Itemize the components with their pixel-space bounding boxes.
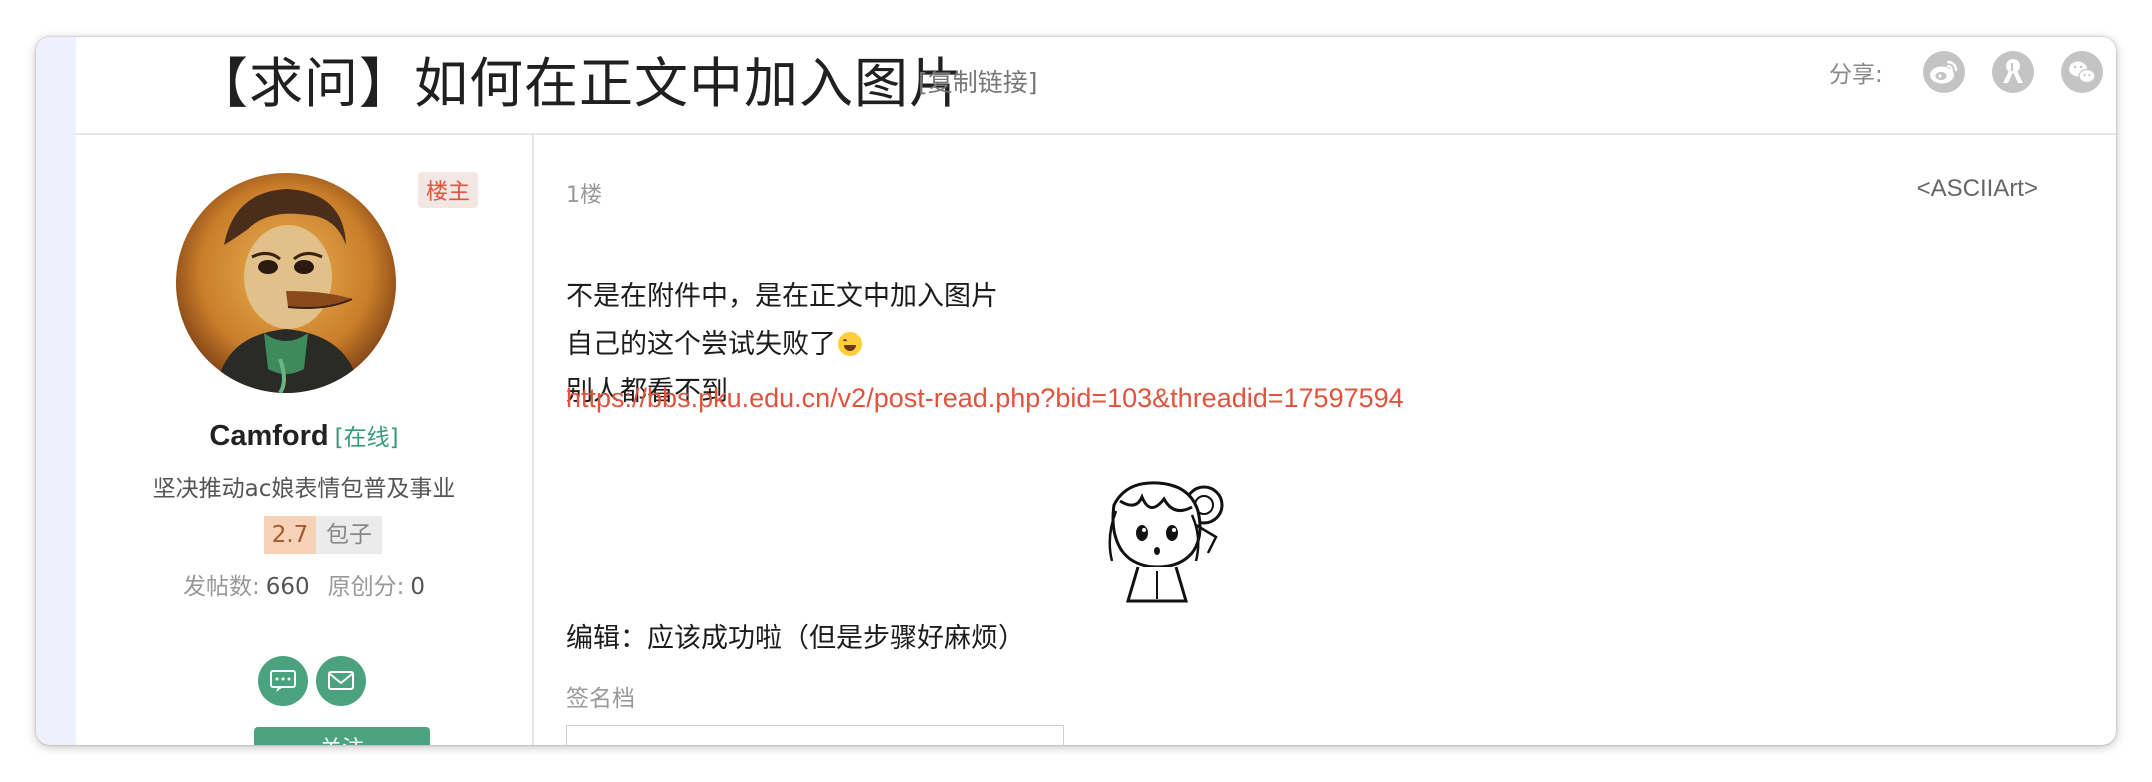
copy-link-button[interactable]: [复制链接] [918,63,1038,99]
post-content: 1楼 <ASCIIArt> 不是在附件中，是在正文中加入图片 自己的这个尝试失败… [534,135,2116,745]
mail-icon[interactable] [316,656,366,706]
thread-header: 【求问】如何在正文中加入图片 [复制链接] 分享: [76,37,2116,135]
message-icon[interactable] [258,656,308,706]
user-stats: 发帖数: 660 原创分: 0 [76,567,532,601]
user-signature: 坚决推动ac娘表情包普及事业 [152,476,456,502]
laughing-tears-emoji-icon [838,332,862,356]
edit-note: 编辑：应该成功啦（但是步骤好麻烦） [566,623,1025,654]
post-line: 不是在附件中，是在正文中加入图片 [566,281,998,312]
author-tag[interactable]: <ASCIIArt> [1917,175,2038,203]
floor-number: 1楼 [566,183,602,208]
signature-label: 签名档 [566,686,635,712]
post-link[interactable]: https://bbs.pku.edu.cn/v2/post-read.php?… [566,383,1404,414]
author-panel: 楼主 Camford [在线] 坚决推动ac娘表情包普及事业 2.7 包子 发帖数… [76,135,534,745]
user-line: Camford [在线] [76,418,532,453]
online-status: [在线] [334,425,399,451]
left-strip [36,37,76,745]
original-count: 0 [410,574,426,600]
weibo-icon[interactable] [1923,51,1965,93]
browser-window: 【求问】如何在正文中加入图片 [复制链接] 分享: 楼主 Camford [在线… [36,37,2116,745]
wechat-icon[interactable] [2061,51,2103,93]
thread-title: 【求问】如何在正文中加入图片 [194,52,964,115]
rating-badge: 2.7 包子 [264,516,382,554]
rating-unit: 包子 [316,516,382,554]
posts-label: 发帖数: [182,574,260,600]
original-label: 原创分: [327,574,405,600]
posts-count: 660 [265,574,310,600]
follow-button[interactable]: 关注 [254,727,430,745]
renren-icon[interactable] [1992,51,2034,93]
inline-anime-image [1080,471,1230,611]
username[interactable]: Camford [209,420,328,452]
avatar[interactable] [176,173,396,393]
owner-badge: 楼主 [418,172,479,208]
post-line: 自己的这个尝试失败了 [566,322,862,361]
signature-image [566,725,1064,745]
post-line-text: 自己的这个尝试失败了 [566,329,836,360]
share-label: 分享: [1829,62,1883,88]
rating-value: 2.7 [264,516,316,554]
